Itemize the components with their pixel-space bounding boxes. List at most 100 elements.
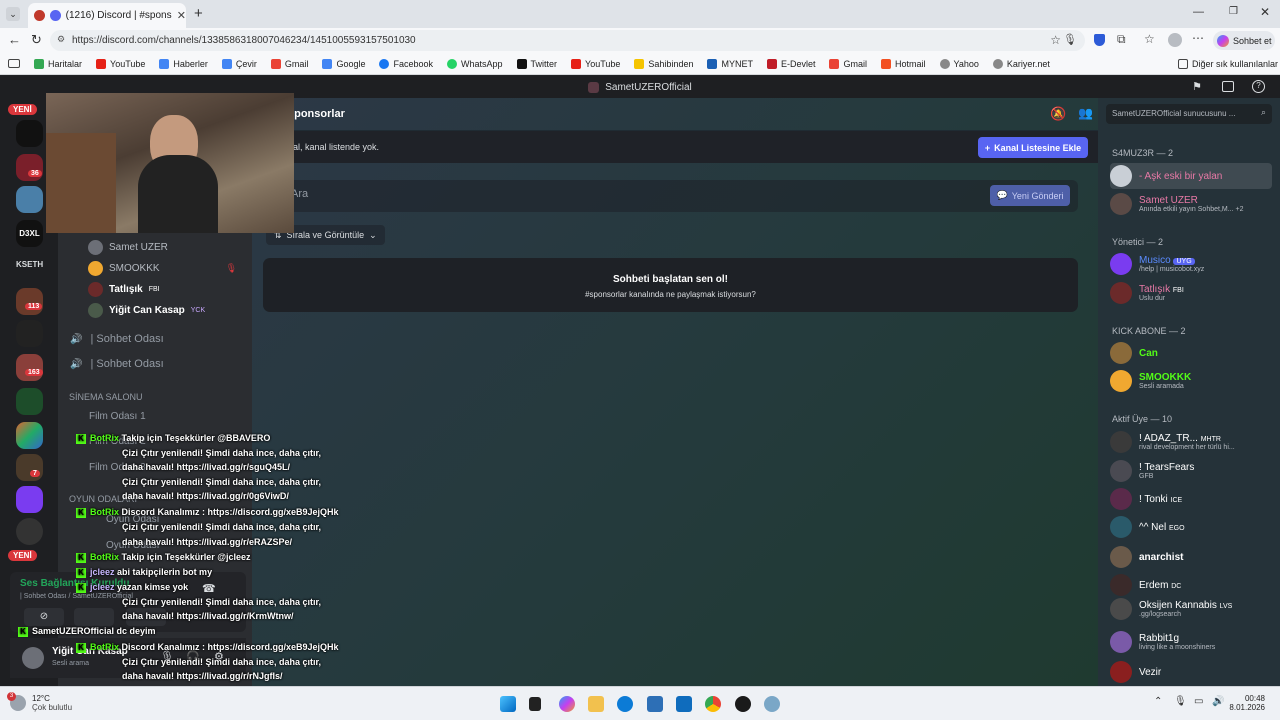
back-icon[interactable]: ← <box>8 32 21 47</box>
chrome-icon[interactable] <box>705 696 721 712</box>
minimize-icon[interactable]: — <box>1193 6 1204 18</box>
member-row[interactable]: ! ADAZ_TR... MHTR rival development her t… <box>1110 431 1272 453</box>
help-icon[interactable]: ? <box>1252 80 1265 93</box>
sidebar-toggle-icon[interactable] <box>8 59 20 68</box>
member-row[interactable]: anarchist <box>1110 546 1183 568</box>
bookmark-item[interactable]: Gmail <box>270 58 308 69</box>
member-row[interactable]: Musico UYG/help | musicobot.xyz <box>1110 253 1204 275</box>
bookmark-item[interactable]: Haberler <box>159 58 208 69</box>
voice-channel[interactable]: 🔊 | Sohbet Odası <box>70 358 164 370</box>
voice-user[interactable]: Tatlışık FBI <box>88 282 160 297</box>
refresh-icon[interactable]: ↻ <box>31 32 42 48</box>
volume-icon[interactable]: 🔊 <box>1212 696 1224 707</box>
server-icon[interactable]: D3XL <box>16 220 43 247</box>
active-tab[interactable]: (1216) Discord | #sponsorlar | ✕ <box>28 3 186 28</box>
close-window-icon[interactable]: ✕ <box>1260 5 1270 19</box>
server-icon[interactable] <box>16 354 43 381</box>
site-info-icon[interactable]: ⚙ <box>57 34 65 45</box>
voice-channel[interactable]: 🔊 | Sohbet Odası <box>70 333 164 345</box>
voice-user[interactable]: Yiğit Can Kasap YCK <box>88 303 205 318</box>
copilot-button[interactable]: Sohbet et <box>1213 31 1275 50</box>
bookmark-item[interactable]: Gmail <box>829 58 867 69</box>
bookmark-item[interactable]: Yahoo <box>939 58 979 69</box>
bookmark-item[interactable]: WhatsApp <box>447 58 503 69</box>
new-post-button[interactable]: 💬 Yeni Gönderi <box>990 185 1070 206</box>
edge-icon[interactable] <box>617 696 633 712</box>
bookmark-item[interactable]: Google <box>322 58 365 69</box>
members-icon[interactable]: 👥 <box>1078 106 1093 120</box>
mic-tray-icon[interactable]: 🎙 <box>1174 696 1187 707</box>
favorites-icon[interactable]: ☆ <box>1144 32 1155 46</box>
camera-off-button[interactable]: ⊘ <box>24 608 64 626</box>
task-view-icon[interactable] <box>529 697 541 711</box>
member-row[interactable]: Samet UZER Anında etkili yayın Sohbet,M..… <box>1110 193 1243 215</box>
bookmark-item[interactable]: Sahibinden <box>634 58 693 69</box>
member-row[interactable]: Vezir <box>1110 661 1161 683</box>
inbox-icon[interactable] <box>1222 81 1234 92</box>
server-icon[interactable] <box>16 486 43 513</box>
bookmark-item[interactable]: Hotmail <box>881 58 926 69</box>
server-icon[interactable] <box>16 120 43 147</box>
settings-app-icon[interactable] <box>764 696 780 712</box>
new-tab-icon[interactable]: + <box>194 5 203 22</box>
outlook-icon[interactable] <box>676 696 692 712</box>
voice-user[interactable]: SMOOKKK 🎙 <box>88 261 237 276</box>
member-row[interactable]: ^^ Nel EGO <box>1110 516 1272 538</box>
url-field[interactable]: ⚙ https://discord.com/channels/133858631… <box>50 30 1085 51</box>
forum-search-bar[interactable]: Ara 💬 Yeni Gönderi <box>263 180 1078 212</box>
bookmark-item[interactable]: YouTube <box>96 58 145 69</box>
bookmark-item[interactable]: Çevir <box>221 58 257 69</box>
server-icon[interactable] <box>16 518 43 545</box>
member-row[interactable]: - Aşk eski bir yalan <box>1110 163 1272 189</box>
file-explorer-icon[interactable] <box>588 696 604 712</box>
member-row[interactable]: SMOOKKK Sesli aramada <box>1110 370 1191 392</box>
channel-name[interactable]: Film Odası 1 <box>89 411 146 422</box>
server-icon[interactable] <box>16 288 43 315</box>
bookmark-item[interactable]: Facebook <box>379 58 433 69</box>
profile-avatar[interactable] <box>1168 33 1182 47</box>
member-row[interactable]: Erdem DC <box>1110 574 1181 596</box>
notification-off-icon[interactable]: 🔕 <box>1050 106 1066 122</box>
more-icon[interactable]: ⋯ <box>1192 31 1204 45</box>
bookmark-item[interactable]: E-Devlet <box>766 58 815 69</box>
bookmark-star-icon[interactable]: ☆ <box>1050 33 1061 47</box>
store-icon[interactable] <box>647 696 663 712</box>
shield-extension-icon[interactable] <box>1094 34 1105 46</box>
member-row[interactable]: ! Tonki ICE <box>1110 488 1182 510</box>
member-row[interactable]: Oksijen Kannabis LVS .gg/logsearch <box>1110 598 1232 620</box>
weather-widget[interactable]: 3 12°C Çok bulutlu <box>7 692 72 712</box>
member-row[interactable]: Tatlışık FBI Uslu dur <box>1110 282 1184 304</box>
clock[interactable]: 00:48 8.01.2026 <box>1225 694 1265 712</box>
other-bookmarks[interactable]: Diğer sık kullanılanlar <box>1178 58 1278 69</box>
server-icon[interactable] <box>16 388 43 415</box>
tab-list-icon[interactable]: ⌄ <box>6 7 20 21</box>
voice-user[interactable]: Samet UZER <box>88 240 168 255</box>
category-header[interactable]: SİNEMA SALONU <box>69 392 143 402</box>
bookmark-item[interactable]: MYNET <box>707 58 753 69</box>
server-icon[interactable] <box>16 422 43 449</box>
mic-icon[interactable]: 🎙 <box>1063 33 1077 46</box>
network-icon[interactable]: ▭ <box>1194 696 1203 707</box>
server-icon[interactable] <box>16 454 43 481</box>
maximize-icon[interactable]: ❐ <box>1229 6 1238 17</box>
server-icon[interactable] <box>16 186 43 213</box>
bookmark-item[interactable]: YouTube <box>571 58 620 69</box>
obs-icon[interactable] <box>735 696 751 712</box>
member-row[interactable]: ! TearsFears GFB <box>1110 460 1194 482</box>
add-channel-button[interactable]: + Kanal Listesine Ekle <box>978 137 1088 158</box>
avatar[interactable] <box>22 647 44 669</box>
server-icon[interactable] <box>16 320 43 347</box>
inbox-flag-icon[interactable]: ⚑ <box>1192 80 1202 93</box>
bookmark-item[interactable]: Kariyer.net <box>992 58 1050 69</box>
disconnect-icon[interactable]: ☎ <box>202 582 216 595</box>
bookmark-item[interactable]: Haritalar <box>34 58 82 69</box>
start-icon[interactable] <box>500 696 516 712</box>
copilot-icon[interactable] <box>559 696 575 712</box>
bookmark-item[interactable]: Twitter <box>516 58 557 69</box>
member-row[interactable]: Can <box>1110 342 1158 364</box>
member-row[interactable]: Rabbit1g living like a moonshiners <box>1110 631 1272 653</box>
tab-close-icon[interactable]: ✕ <box>177 9 186 22</box>
extensions-icon[interactable]: ⧉ <box>1117 32 1126 47</box>
tray-chevron-icon[interactable]: ⌃ <box>1154 696 1162 707</box>
share-screen-button[interactable] <box>74 608 114 626</box>
